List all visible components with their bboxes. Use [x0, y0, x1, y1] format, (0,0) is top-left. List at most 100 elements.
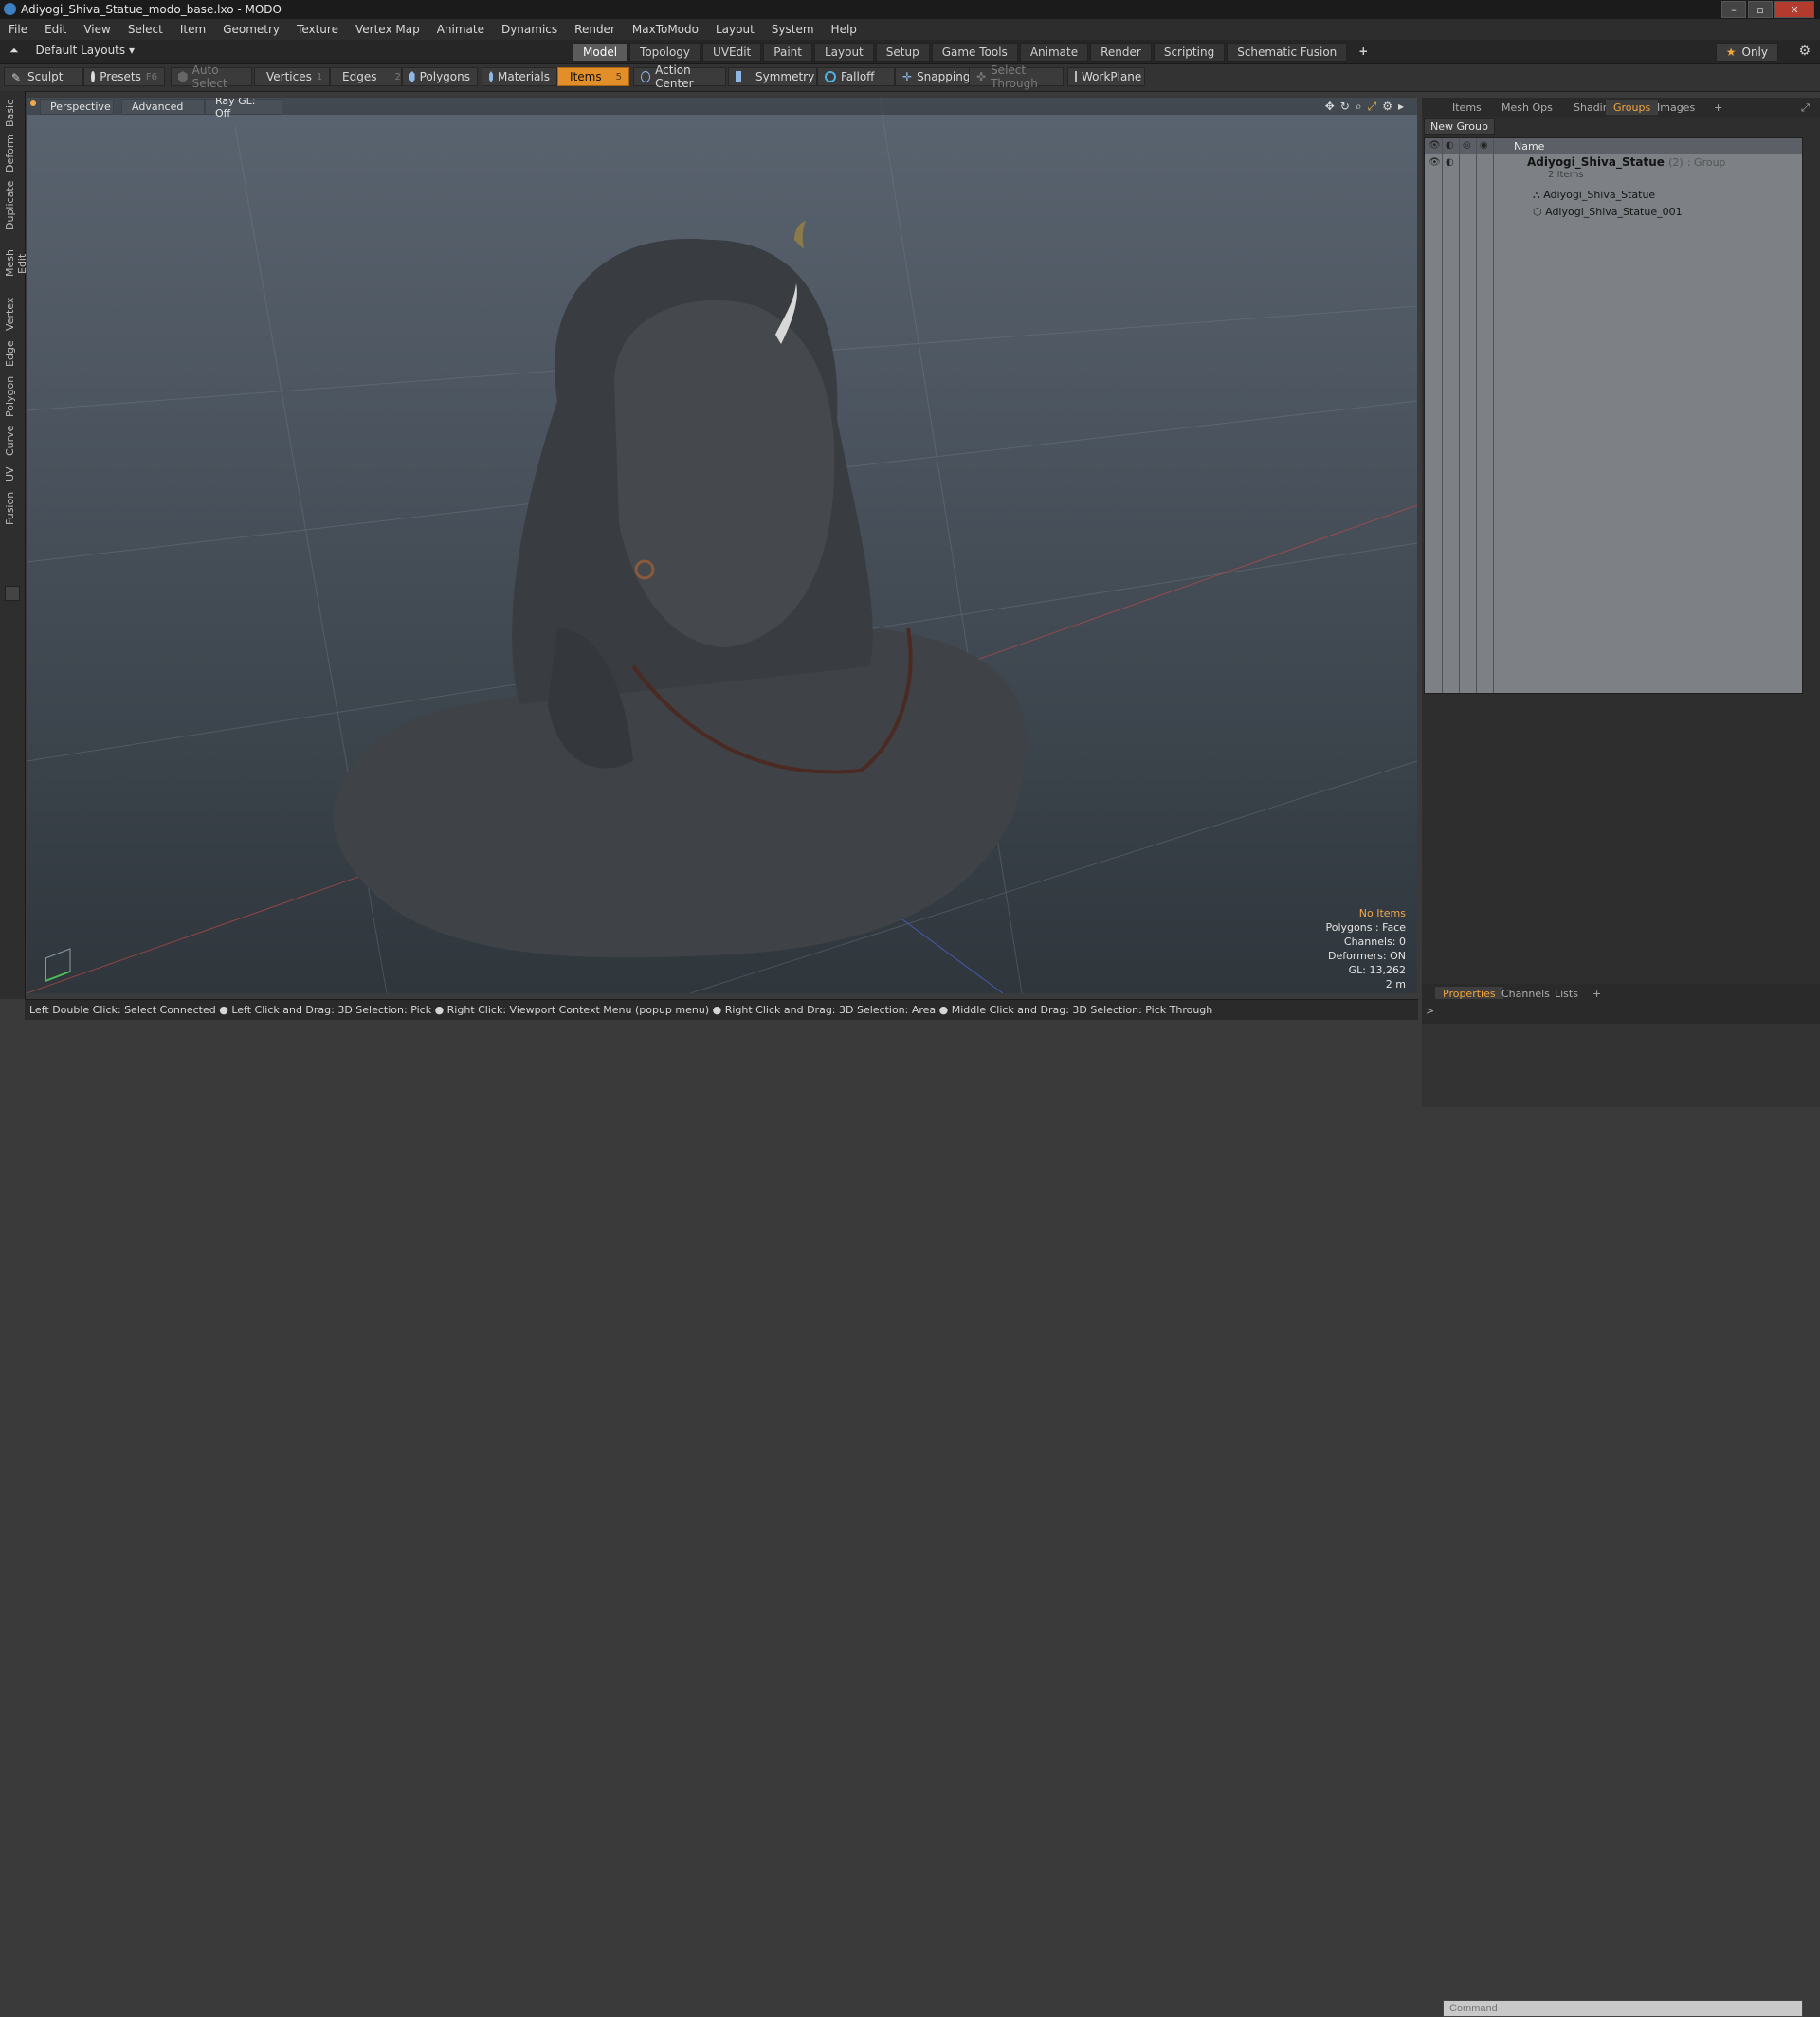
items-button[interactable]: Items 5 — [557, 67, 629, 86]
polygons-icon — [410, 71, 415, 82]
menu-texture[interactable]: Texture — [288, 23, 347, 36]
gear-icon[interactable]: ⚙ — [1798, 44, 1811, 59]
menu-system[interactable]: System — [763, 23, 823, 36]
minimize-button[interactable]: – — [1721, 1, 1746, 18]
fit-icon[interactable]: ⤢ — [1368, 100, 1377, 114]
tab-schematic-fusion[interactable]: Schematic Fusion — [1227, 43, 1347, 62]
group-row[interactable]: Adiyogi_Shiva_Statue (2) : Group — [1527, 155, 1726, 169]
group-render-icon[interactable]: ◐ — [1446, 157, 1454, 168]
command-input[interactable] — [1443, 2000, 1803, 2017]
tab-game-tools[interactable]: Game Tools — [932, 43, 1018, 62]
child-item-name: Adiyogi_Shiva_Statue_001 — [1545, 206, 1683, 218]
action-center-button[interactable]: Action Center — [633, 67, 726, 86]
menu-edit[interactable]: Edit — [36, 23, 75, 36]
menu-animate[interactable]: Animate — [428, 23, 493, 36]
menu-maxtomodo[interactable]: MaxToModo — [624, 23, 707, 36]
presets-button[interactable]: Presets F6 — [83, 67, 165, 86]
workplane-button[interactable]: WorkPlane — [1067, 67, 1145, 86]
list-item[interactable]: ⬡ Adiyogi_Shiva_Statue_001 — [1533, 206, 1683, 218]
materials-label: Materials — [498, 70, 550, 83]
symmetry-button[interactable]: Symmetry — [728, 67, 817, 86]
menu-render[interactable]: Render — [566, 23, 624, 36]
tab-mesh-ops[interactable]: Mesh Ops — [1494, 100, 1560, 115]
raygl-button[interactable]: Ray GL: Off — [205, 99, 282, 115]
close-button[interactable]: ✕ — [1774, 1, 1814, 18]
panel-tabs: Items Mesh Ops Shading Groups Images + ⤢ — [1422, 98, 1820, 117]
menu-dynamics[interactable]: Dynamics — [493, 23, 566, 36]
tab-vertex[interactable]: Vertex — [4, 296, 19, 332]
edges-button[interactable]: Edges 2 — [330, 67, 402, 86]
pan-icon[interactable]: ✥ — [1325, 100, 1335, 114]
tab-items[interactable]: Items — [1445, 100, 1489, 115]
menu-view[interactable]: View — [75, 23, 118, 36]
polygons-button[interactable]: Polygons — [402, 67, 478, 86]
viewport-gear-icon[interactable]: ⚙ — [1382, 100, 1392, 114]
menu-select[interactable]: Select — [119, 23, 172, 36]
only-button[interactable]: ★Only — [1716, 43, 1778, 62]
menu-layout[interactable]: Layout — [707, 23, 763, 36]
rotate-icon[interactable]: ↻ — [1340, 100, 1350, 114]
tab-scripting[interactable]: Scripting — [1154, 43, 1225, 62]
viewport-menu-icon[interactable] — [30, 100, 36, 106]
new-group-button[interactable]: New Group — [1424, 118, 1495, 135]
vertices-button[interactable]: Vertices 1 — [254, 67, 330, 86]
statue-model — [334, 221, 1027, 957]
tab-curve[interactable]: Curve — [4, 425, 19, 457]
menu-vertex-map[interactable]: Vertex Map — [347, 23, 428, 36]
viewport-expand-icon[interactable]: ▸ — [1398, 100, 1404, 114]
tab-polygon[interactable]: Polygon — [4, 375, 19, 417]
tab-render[interactable]: Render — [1090, 43, 1152, 62]
materials-button[interactable]: Materials — [482, 67, 557, 86]
tab-setup[interactable]: Setup — [876, 43, 930, 62]
select-icon[interactable]: ◉ — [1480, 140, 1488, 151]
tab-edge[interactable]: Edge — [4, 339, 19, 368]
tab-duplicate[interactable]: Duplicate — [4, 180, 19, 231]
menu-file[interactable]: File — [0, 23, 36, 36]
expand-panel-icon[interactable]: ⤢ — [1793, 100, 1817, 116]
sculpt-button[interactable]: ✎ Sculpt — [4, 67, 83, 86]
menu-item[interactable]: Item — [172, 23, 214, 36]
3d-viewport[interactable]: Perspective Advanced Ray GL: Off ✥ ↻ ⌕ ⤢… — [27, 98, 1417, 993]
tab-images[interactable]: Images — [1649, 100, 1702, 115]
visibility-icon[interactable]: 👁 — [1429, 140, 1441, 151]
perspective-button[interactable]: Perspective — [40, 99, 114, 115]
tab-animate[interactable]: Animate — [1020, 43, 1088, 62]
advanced-button[interactable]: Advanced — [121, 99, 205, 115]
snapping-button[interactable]: ✛ Snapping — [895, 67, 973, 86]
tab-layout[interactable]: Layout — [814, 43, 874, 62]
tab-deform[interactable]: Deform — [4, 135, 19, 173]
tab-mesh-edit[interactable]: Mesh Edit — [4, 239, 19, 288]
layout-selector[interactable]: ⏶ Default Layouts ▾ — [9, 44, 135, 58]
add-panel-tab-button[interactable]: + — [1706, 100, 1730, 115]
layouts-icon: ⏶ — [9, 44, 19, 57]
symmetry-icon — [736, 71, 741, 82]
layout-selector-label: Default Layouts — [35, 44, 125, 57]
tab-model[interactable]: Model — [573, 43, 628, 62]
status-text: Left Double Click: Select Connected ● Le… — [29, 1004, 1212, 1016]
menu-help[interactable]: Help — [823, 23, 865, 36]
list-item[interactable]: ⛬ Adiyogi_Shiva_Statue — [1533, 189, 1655, 202]
tab-uv[interactable]: UV — [4, 464, 19, 483]
tab-paint[interactable]: Paint — [763, 43, 812, 62]
panel-toggle-button[interactable] — [5, 586, 20, 601]
falloff-button[interactable]: Falloff — [817, 67, 895, 86]
select-through-button[interactable]: ✜ Select Through — [969, 67, 1064, 86]
brush-icon: ✎ — [11, 71, 23, 82]
render-icon[interactable]: ◐ — [1446, 140, 1454, 151]
lock-icon[interactable]: ◎ — [1463, 140, 1471, 151]
add-tab-button[interactable]: + — [1349, 43, 1377, 62]
polygons-label: Polygons — [420, 70, 470, 83]
zoom-icon[interactable]: ⌕ — [1356, 100, 1362, 114]
tab-fusion[interactable]: Fusion — [4, 491, 19, 525]
group-type: : Group — [1687, 156, 1726, 169]
maximize-button[interactable]: ▫ — [1748, 1, 1773, 18]
auto-select-button[interactable]: Auto Select — [171, 67, 252, 86]
tab-uvedit[interactable]: UVEdit — [702, 43, 761, 62]
edges-label: Edges — [342, 70, 376, 83]
group-count: (2) — [1668, 156, 1684, 169]
menu-geometry[interactable]: Geometry — [214, 23, 288, 36]
tab-basic[interactable]: Basic — [4, 97, 19, 129]
child-item-name: Adiyogi_Shiva_Statue — [1543, 189, 1655, 201]
group-visibility-icon[interactable]: 👁 — [1429, 157, 1441, 168]
tab-topology[interactable]: Topology — [629, 43, 701, 62]
